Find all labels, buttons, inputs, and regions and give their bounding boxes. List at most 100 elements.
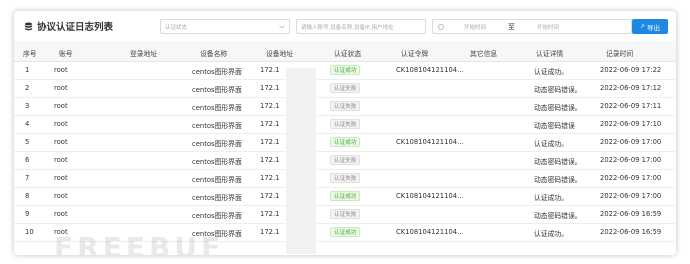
cell-time: 2022-06-09 17:00: [600, 174, 662, 182]
status-select[interactable]: 认证状态: [160, 19, 290, 34]
table-row[interactable]: 9 root centos图形界面 172.1 动态密码错误。 2022-06-09 16…: [14, 205, 676, 224]
cell-time: 2022-06-09 17:00: [600, 156, 662, 164]
cell-account: root: [54, 138, 68, 146]
col-header-device-addr: 设备地址: [266, 50, 294, 58]
chevron-down-icon: [279, 24, 285, 29]
cell-account: root: [54, 102, 68, 110]
cell-time: 2022-06-09 17:22: [600, 66, 662, 74]
col-header-status: 认证状态: [334, 50, 362, 58]
status-badge: 认证成功: [330, 65, 361, 75]
date-range-picker[interactable]: 开始时间 至 开始时间: [432, 19, 632, 34]
cell-detail: 认证成功。: [534, 140, 568, 148]
clock-icon: [438, 23, 444, 30]
cell-time: 2022-06-09 17:00: [600, 192, 662, 200]
cell-device-name: centos图形界面: [192, 140, 242, 148]
cell-no: 8: [25, 192, 30, 200]
cell-detail: 动态密码错误。: [534, 158, 582, 166]
cell-device-addr: 172.1: [260, 84, 280, 92]
cell-device-addr: 172.1: [260, 210, 280, 218]
cell-device-addr: 172.1: [260, 174, 280, 182]
cell-device-name: centos图形界面: [192, 176, 242, 184]
cell-account: root: [54, 192, 68, 200]
cell-account: root: [54, 66, 68, 74]
cell-time: 2022-06-09 17:10: [600, 120, 662, 128]
table-row[interactable]: 7 root centos图形界面 172.1 动态密码错误。 2022-06-09 17…: [14, 169, 676, 188]
table-row[interactable]: 5 root centos图形界面 172.1 CK108104121104... 认证成…: [14, 133, 676, 152]
cell-token: CK108104121104...: [396, 228, 464, 236]
cell-no: 1: [25, 66, 30, 74]
cell-device-name: centos图形界面: [192, 194, 242, 202]
date-start-input[interactable]: 开始时间: [464, 23, 486, 31]
table-row[interactable]: 6 root centos图形界面 172.1 动态密码错误。 2022-06-09 17…: [14, 151, 676, 170]
cell-device-name: centos图形界面: [192, 158, 242, 166]
col-header-other: 其它信息: [470, 50, 498, 58]
cell-detail: 认证成功。: [534, 68, 568, 76]
export-arrow-icon: ↗: [639, 23, 646, 30]
table-row[interactable]: 4 root centos图形界面 172.1 动态密码错误 2022-06-09 17:…: [14, 115, 676, 134]
status-badge: 认证失败: [330, 101, 361, 111]
log-panel: 协议认证日志列表 认证状态 请输入账号,设备名称,设备IP,用户地址 开始时间 …: [14, 11, 676, 255]
cell-no: 10: [25, 228, 34, 236]
table-row[interactable]: 8 root centos图形界面 172.1 CK108104121104... 认证成…: [14, 187, 676, 206]
cell-no: 5: [25, 138, 30, 146]
cell-device-name: centos图形界面: [192, 104, 242, 112]
cell-token: CK108104121104...: [396, 192, 464, 200]
cell-account: root: [54, 174, 68, 182]
date-end-input[interactable]: 开始时间: [537, 23, 559, 31]
search-input-placeholder: 请输入账号,设备名称,设备IP,用户地址: [301, 24, 394, 31]
cell-time: 2022-06-09 17:11: [600, 102, 662, 110]
col-header-time: 记录时间: [606, 50, 634, 58]
status-badge: 认证失败: [330, 83, 361, 93]
cell-token: CK108104121104...: [396, 138, 464, 146]
redaction-mask: [286, 68, 316, 254]
cell-device-name: centos图形界面: [192, 122, 242, 130]
cell-device-addr: 172.1: [260, 156, 280, 164]
col-header-token: 认证令牌: [401, 50, 429, 58]
cell-no: 6: [25, 156, 30, 164]
cell-account: root: [54, 210, 68, 218]
cell-account: root: [54, 156, 68, 164]
cell-token: CK108104121104...: [396, 66, 464, 74]
col-header-no: 序号: [23, 50, 37, 58]
toolbar: 协议认证日志列表 认证状态 请输入账号,设备名称,设备IP,用户地址 开始时间 …: [14, 11, 676, 42]
table-row[interactable]: 3 root centos图形界面 172.1 动态密码错误。 2022-06-09 17…: [14, 97, 676, 116]
status-badge: 认证失败: [330, 155, 361, 165]
cell-time: 2022-06-09 17:00: [600, 138, 662, 146]
cell-detail: 动态密码错误。: [534, 212, 582, 220]
cell-no: 9: [25, 210, 30, 218]
cell-device-addr: 172.1: [260, 138, 280, 146]
table-row[interactable]: 1 root centos图形界面 172.1 CK108104121104... 认证成…: [14, 61, 676, 80]
date-separator: 至: [508, 22, 516, 31]
status-badge: 认证失败: [330, 119, 361, 129]
export-button[interactable]: ↗ 导出: [632, 19, 668, 34]
page-title: 协议认证日志列表: [24, 19, 113, 33]
cell-time: 2022-06-09 16:59: [600, 228, 662, 236]
cell-device-name: centos图形界面: [192, 212, 242, 220]
cell-time: 2022-06-09 17:12: [600, 84, 662, 92]
export-button-label: 导出: [647, 23, 661, 32]
search-input[interactable]: 请输入账号,设备名称,设备IP,用户地址: [296, 19, 426, 34]
cell-device-addr: 172.1: [260, 228, 280, 236]
cell-detail: 动态密码错误。: [534, 86, 582, 94]
cell-device-addr: 172.1: [260, 192, 280, 200]
cell-device-addr: 172.1: [260, 102, 280, 110]
col-header-account: 账号: [59, 50, 73, 58]
status-badge: 认证成功: [330, 137, 361, 147]
watermark: FREEBUF: [54, 231, 225, 255]
cell-detail: 动态密码错误。: [534, 104, 582, 112]
status-badge: 认证失败: [330, 173, 361, 183]
page-title-text: 协议认证日志列表: [37, 22, 114, 33]
cell-no: 2: [25, 84, 30, 92]
col-header-device-name: 设备名称: [200, 50, 228, 58]
status-badge: 认证成功: [330, 227, 361, 237]
status-badge: 认证成功: [330, 191, 361, 201]
cell-device-name: centos图形界面: [192, 68, 242, 76]
col-header-login-addr: 登录地址: [130, 50, 158, 58]
table-header: 序号 账号 登录地址 设备名称 设备地址 认证状态 认证令牌 其它信息 认证详情…: [14, 41, 676, 62]
cell-detail: 动态密码错误。: [534, 176, 582, 184]
table-row[interactable]: 2 root centos图形界面 172.1 动态密码错误。 2022-06-09 17…: [14, 79, 676, 98]
database-icon: [24, 22, 33, 30]
col-header-detail: 认证详情: [536, 50, 564, 58]
cell-device-name: centos图形界面: [192, 86, 242, 94]
cell-device-addr: 172.1: [260, 120, 280, 128]
